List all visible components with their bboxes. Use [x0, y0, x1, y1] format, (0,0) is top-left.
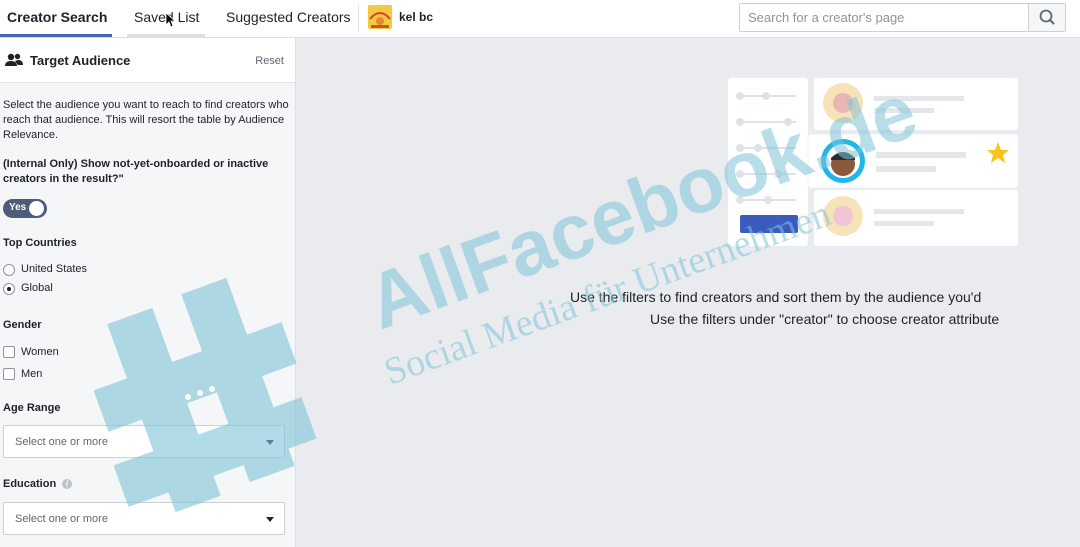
toggle-label: Yes: [9, 202, 27, 213]
tab-suggested-creators[interactable]: Suggested Creators: [226, 0, 351, 37]
people-icon: [5, 53, 23, 66]
option-label: Men: [21, 368, 43, 380]
caret-down-icon: [266, 440, 274, 445]
empty-state-hint: Use the filters under "creator" to choos…: [650, 311, 1000, 327]
nav-divider: [358, 5, 359, 32]
user-name[interactable]: kel bc: [399, 10, 433, 24]
select-placeholder: Select one or more: [15, 436, 108, 448]
option-label: United States: [21, 263, 88, 275]
internal-question: (Internal Only) Show not-yet-onboarded o…: [3, 158, 269, 185]
magnifier-icon: [1039, 9, 1055, 25]
search-box: [739, 3, 1066, 32]
option-label: Global: [21, 282, 53, 294]
education-select[interactable]: Select one or more: [3, 502, 285, 535]
gender-title: Gender: [3, 319, 42, 331]
tab-creator-search[interactable]: Creator Search: [0, 0, 112, 37]
mouse-cursor-icon: [165, 12, 175, 28]
select-placeholder: Select one or more: [15, 513, 108, 525]
user-avatar[interactable]: [368, 5, 392, 29]
search-input[interactable]: [740, 4, 1028, 31]
show-inactive-toggle[interactable]: Yes: [3, 199, 47, 218]
empty-state-illustration: [728, 78, 1018, 246]
toggle-knob: [29, 201, 44, 216]
top-countries-title: Top Countries: [3, 237, 77, 249]
option-label: Women: [21, 346, 59, 358]
age-range-title: Age Range: [3, 402, 61, 414]
checkbox[interactable]: [3, 346, 15, 358]
radio-button-selected[interactable]: [3, 283, 15, 295]
radio-button[interactable]: [3, 264, 15, 276]
reset-link[interactable]: Reset: [255, 55, 284, 67]
sidebar-title: Target Audience: [30, 53, 131, 68]
age-range-select[interactable]: Select one or more: [3, 425, 285, 458]
checkbox[interactable]: [3, 368, 15, 380]
sidebar-header: Target Audience Reset: [0, 38, 295, 83]
search-button[interactable]: [1028, 4, 1065, 31]
education-title: Education: [3, 478, 57, 490]
filters-sidebar: Target Audience Reset Select the audienc…: [0, 38, 296, 547]
info-icon[interactable]: i: [62, 479, 72, 489]
empty-state-message: Use the filters to find creators and sor…: [570, 289, 982, 305]
top-nav-bar: Creator Search Saved List Suggested Crea…: [0, 0, 1080, 38]
caret-down-icon: [266, 517, 274, 522]
sidebar-description: Select the audience you want to reach to…: [3, 99, 289, 141]
